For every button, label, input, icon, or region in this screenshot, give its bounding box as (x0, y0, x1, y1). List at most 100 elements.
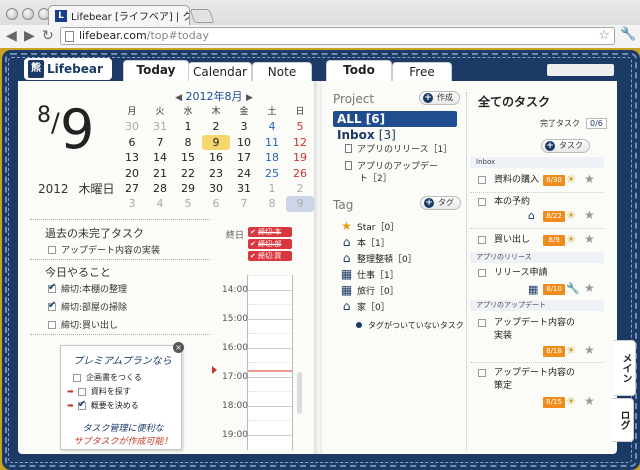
task-checkbox[interactable] (478, 176, 486, 184)
calendar-day[interactable]: 13 (118, 150, 146, 165)
calendar-day[interactable]: 28 (146, 181, 174, 196)
calendar-day[interactable]: 26 (286, 166, 314, 181)
browser-tab[interactable]: L Lifebear [ライフベア] | クラウ × (48, 5, 190, 25)
today-task[interactable]: 締切:部屋の掃除 (48, 300, 127, 313)
minimize-window-button[interactable] (22, 8, 34, 20)
deadline-tag[interactable]: 締切:本 (248, 227, 292, 237)
task-checkbox[interactable] (48, 282, 56, 293)
task-row[interactable]: アップデート内容の 実装 (478, 317, 575, 343)
calendar-day[interactable]: 15 (174, 150, 202, 165)
calendar-day[interactable]: 6 (118, 135, 146, 150)
calendar-day[interactable]: 8 (174, 135, 202, 150)
calendar-day[interactable]: 1 (174, 119, 202, 134)
deadline-tag[interactable]: 締切:部 (248, 239, 292, 249)
calendar-day[interactable]: 5 (286, 119, 314, 134)
task-checkbox[interactable] (478, 269, 486, 277)
calendar-day[interactable]: 21 (146, 166, 174, 181)
reload-icon[interactable]: ↻ (42, 28, 54, 44)
tag-item[interactable]: ▦ 旅行［0］ (340, 283, 399, 297)
due-date-badge[interactable]: 8/30 (543, 175, 565, 186)
timeline-scrollbar[interactable] (297, 372, 302, 414)
task-checkbox[interactable] (478, 198, 486, 206)
task-row[interactable]: アップデート内容の 策定 (478, 367, 575, 393)
calendar-day[interactable]: 14 (146, 150, 174, 165)
tab-today[interactable]: Today (123, 60, 189, 82)
prev-month-icon[interactable]: ◀ (175, 93, 182, 103)
tab-note[interactable]: Note (252, 62, 312, 81)
calendar-day[interactable]: 2 (202, 119, 230, 134)
calendar-day[interactable]: 31 (230, 181, 258, 196)
task-checkbox[interactable] (48, 245, 56, 254)
task-row[interactable]: 資料の購入 (478, 174, 539, 187)
close-window-button[interactable] (6, 8, 18, 20)
star-icon[interactable]: ★ (584, 394, 595, 408)
tag-item[interactable]: ⌂ 整理整頓［0］ (340, 251, 417, 265)
due-date-badge[interactable]: 8/9 (543, 235, 565, 246)
tag-item[interactable]: ▦ 仕事［1］ (340, 267, 399, 281)
create-tag-button[interactable]: タグ (420, 196, 461, 210)
calendar-day[interactable]: 1 (258, 181, 286, 196)
due-date-badge[interactable]: 8/10 (543, 284, 565, 295)
due-date-badge[interactable]: 8/15 (543, 397, 565, 408)
today-task[interactable]: 締切:買い出し (48, 318, 118, 331)
calendar-day[interactable]: 2 (286, 181, 314, 196)
project-item[interactable]: アプリのリリース［1］ (345, 144, 452, 156)
task-row[interactable]: リリース申請 (478, 267, 548, 280)
task-row[interactable]: 本の予約 (478, 196, 530, 209)
tag-item[interactable]: ⌂ 本［1］ (340, 235, 390, 249)
calendar-day[interactable]: 30 (118, 119, 146, 134)
task-checkbox[interactable] (478, 319, 486, 327)
calendar-day[interactable]: 31 (146, 119, 174, 134)
completed-tasks[interactable]: 完了タスク 0/6 (540, 118, 607, 129)
star-icon[interactable]: ★ (584, 343, 595, 357)
calendar-day[interactable]: 4 (146, 196, 174, 211)
calendar-day[interactable]: 29 (174, 181, 202, 196)
new-tab-button[interactable] (189, 9, 215, 23)
calendar-day[interactable]: 12 (286, 135, 314, 150)
task-checkbox[interactable] (48, 300, 56, 311)
calendar-day[interactable]: 4 (258, 119, 286, 134)
overdue-task[interactable]: アップデート内容の実装 (48, 243, 160, 256)
calendar-day[interactable]: 16 (202, 150, 230, 165)
calendar-day[interactable]: 19 (286, 150, 314, 165)
calendar-day[interactable]: 3 (230, 119, 258, 134)
task-row[interactable]: 買い出し (478, 234, 530, 247)
tab-calendar[interactable]: Calendar (188, 62, 252, 81)
task-checkbox[interactable] (478, 369, 486, 377)
sidetab-log[interactable]: ログ (612, 398, 634, 442)
calendar-day[interactable]: 5 (174, 196, 202, 211)
deadline-tag[interactable]: 締切:買 (248, 251, 292, 261)
forward-arrow-icon[interactable]: ▶ (24, 28, 35, 44)
bookmark-star-icon[interactable]: ☆ (598, 28, 610, 44)
calendar-day[interactable]: 8 (258, 196, 286, 211)
calendar-day[interactable]: 22 (174, 166, 202, 181)
calendar-day[interactable]: 7 (146, 135, 174, 150)
lifebear-logo[interactable]: 熊 Lifebear (24, 58, 112, 80)
tab-todo[interactable]: Todo (326, 60, 392, 82)
calendar-day[interactable]: 9 (202, 134, 230, 151)
project-all[interactable]: ALL [6] (333, 111, 457, 127)
close-icon[interactable]: × (173, 342, 184, 353)
calendar-day[interactable]: 17 (230, 150, 258, 165)
calendar-day[interactable]: 27 (118, 181, 146, 196)
calendar-day[interactable]: 18 (258, 150, 286, 165)
today-task[interactable]: 締切:本棚の整理 (48, 282, 127, 295)
calendar-day[interactable]: 10 (230, 135, 258, 150)
create-project-button[interactable]: 作成 (419, 91, 460, 105)
calendar-day[interactable]: 20 (118, 166, 146, 181)
calendar-day[interactable]: 7 (230, 196, 258, 211)
calendar-day[interactable]: 25 (258, 166, 286, 181)
task-checkbox[interactable] (478, 236, 486, 244)
tab-free[interactable]: Free (392, 62, 452, 81)
calendar-day[interactable]: 24 (230, 166, 258, 181)
sidetab-main[interactable]: メイン (614, 340, 636, 396)
calendar-day[interactable]: 11 (258, 135, 286, 150)
star-icon[interactable]: ★ (584, 281, 595, 295)
back-arrow-icon[interactable]: ◀ (6, 28, 17, 44)
next-month-icon[interactable]: ▶ (246, 93, 253, 103)
due-date-badge[interactable]: 8/18 (543, 346, 565, 357)
task-checkbox[interactable] (48, 320, 56, 329)
tag-item[interactable]: ★ Star［0］ (340, 219, 399, 233)
calendar-day[interactable]: 3 (118, 196, 146, 211)
calendar-day[interactable]: 9 (286, 196, 314, 212)
